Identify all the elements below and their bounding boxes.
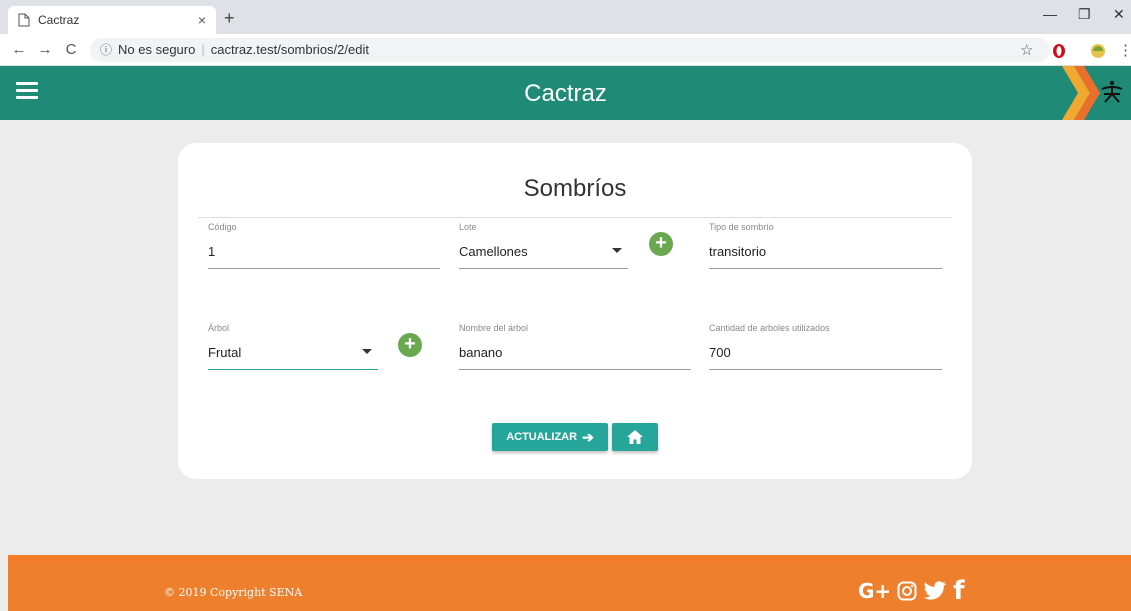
social-links: G+ f bbox=[858, 576, 965, 606]
arbol-select[interactable]: Árbol Frutal bbox=[208, 323, 378, 370]
cantidad-arboles-label: Cantidad de arboles utilizados bbox=[709, 323, 830, 333]
form-title: Sombríos bbox=[523, 175, 627, 202]
plus-icon: + bbox=[404, 333, 416, 355]
security-label: No es seguro bbox=[118, 42, 196, 57]
reload-icon[interactable]: C bbox=[58, 41, 84, 58]
nombre-arbol-underline bbox=[459, 369, 691, 370]
extension-icon[interactable] bbox=[1090, 43, 1108, 59]
codigo-value: 1 bbox=[208, 244, 216, 259]
cantidad-arboles-field[interactable]: Cantidad de arboles utilizados 700 bbox=[709, 323, 942, 370]
browser-address-bar: ← → C ⓘ No es seguro | cactraz.test/somb… bbox=[0, 34, 1131, 66]
codigo-label: Código bbox=[208, 222, 237, 232]
actualizar-button[interactable]: ACTUALIZAR ➔ bbox=[492, 423, 608, 451]
bookmark-star-icon[interactable]: ☆ bbox=[1020, 41, 1033, 59]
tab-close-icon[interactable]: × bbox=[198, 12, 206, 28]
nombre-arbol-label: Nombre del árbol bbox=[459, 323, 529, 333]
sena-logo-icon bbox=[1101, 80, 1123, 103]
document-icon bbox=[18, 13, 30, 27]
arbol-label: Árbol bbox=[208, 323, 230, 333]
app-title: Cactraz bbox=[524, 80, 607, 107]
twitter-icon[interactable] bbox=[923, 581, 947, 601]
add-arbol-button[interactable]: + bbox=[398, 333, 422, 357]
url-text: cactraz.test/sombrios/2/edit bbox=[210, 42, 369, 57]
browser-tabbar: Cactraz × + — ❐ ✕ bbox=[0, 0, 1131, 34]
forward-icon[interactable]: → bbox=[32, 41, 58, 58]
title-divider bbox=[198, 217, 952, 218]
tipo-sombrio-value: transitorio bbox=[709, 244, 767, 259]
cantidad-arboles-underline bbox=[709, 369, 942, 370]
footer: © 2019 Copyright SENA G+ f bbox=[8, 555, 1131, 611]
restore-icon[interactable]: ❐ bbox=[1078, 6, 1091, 23]
google-plus-icon[interactable]: G+ bbox=[858, 579, 891, 603]
back-icon[interactable]: ← bbox=[6, 41, 32, 58]
close-window-icon[interactable]: ✕ bbox=[1113, 6, 1125, 23]
actualizar-label: ACTUALIZAR bbox=[506, 431, 578, 443]
lote-dropdown-arrow-icon[interactable] bbox=[612, 248, 622, 253]
nombre-arbol-field[interactable]: Nombre del árbol banano bbox=[459, 323, 691, 370]
lote-value: Camellones bbox=[459, 244, 528, 259]
arbol-dropdown-arrow-icon[interactable] bbox=[362, 349, 372, 354]
info-icon[interactable]: ⓘ bbox=[100, 41, 112, 58]
tipo-sombrio-label: Tipo de sombrío bbox=[709, 222, 774, 232]
arbol-value: Frutal bbox=[208, 345, 242, 360]
instagram-icon[interactable] bbox=[897, 581, 917, 601]
home-button[interactable] bbox=[612, 423, 658, 451]
arbol-underline bbox=[208, 369, 378, 370]
cantidad-arboles-value: 700 bbox=[709, 345, 731, 360]
tipo-sombrio-underline bbox=[709, 268, 942, 269]
lote-select[interactable]: Lote Camellones bbox=[459, 222, 628, 269]
tipo-sombrio-field[interactable]: Tipo de sombrío transitorio bbox=[709, 222, 942, 269]
url-separator: | bbox=[201, 42, 205, 57]
codigo-field[interactable]: Código 1 bbox=[208, 222, 440, 269]
facebook-icon[interactable]: f bbox=[953, 576, 964, 606]
url-field[interactable]: ⓘ No es seguro | cactraz.test/sombrios/2… bbox=[90, 37, 1050, 62]
tab-title: Cactraz bbox=[38, 13, 80, 27]
lote-label: Lote bbox=[459, 222, 477, 232]
add-lote-button[interactable]: + bbox=[649, 232, 673, 256]
lote-underline bbox=[459, 268, 628, 269]
opera-icon[interactable] bbox=[1052, 43, 1066, 59]
arrow-right-icon: ➔ bbox=[582, 428, 594, 445]
minimize-icon[interactable]: — bbox=[1043, 6, 1057, 22]
form-card: Sombríos Código 1 Lote Camellones + Tipo… bbox=[178, 143, 972, 479]
browser-menu-icon[interactable]: ⋮ bbox=[1118, 41, 1131, 59]
browser-tab[interactable]: Cactraz × bbox=[8, 6, 216, 34]
copyright-text: © 2019 Copyright SENA bbox=[164, 586, 303, 599]
brand-chevrons bbox=[1062, 66, 1100, 120]
plus-icon: + bbox=[655, 232, 667, 254]
app-header: Cactraz bbox=[0, 66, 1131, 120]
home-icon bbox=[627, 430, 643, 444]
nombre-arbol-value: banano bbox=[459, 345, 503, 360]
new-tab-icon[interactable]: + bbox=[224, 8, 235, 29]
codigo-underline bbox=[208, 268, 440, 269]
